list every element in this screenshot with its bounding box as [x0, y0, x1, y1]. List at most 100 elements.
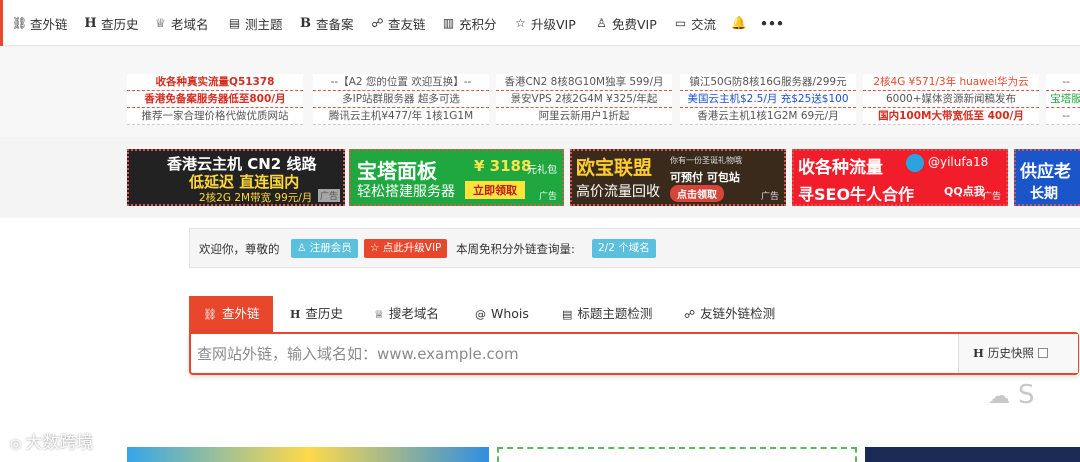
- quota-badge: 2/2 个域名: [592, 239, 656, 258]
- banner-ad-baota[interactable]: 宝塔面板 ¥ 3188 元礼包 轻松搭建服务器 立即领取 广告: [349, 149, 564, 206]
- bottom-banner[interactable]: [865, 447, 1080, 462]
- accent-bar: [0, 0, 3, 46]
- text-ad-link[interactable]: 香港云主机1核1G2M 69元/月: [680, 108, 856, 125]
- text-ad-link[interactable]: 阿里云新用户1折起: [496, 108, 672, 125]
- watermark-left: ◎ 大数跨境: [10, 428, 93, 453]
- telegram-icon: [906, 154, 924, 172]
- more-icon[interactable]: •••: [760, 14, 784, 32]
- text-ad-link[interactable]: 香港CN2 8核8G10M独享 599/月: [496, 74, 672, 91]
- link-icon: ⛓: [203, 308, 217, 321]
- tab-label: Whois: [491, 306, 529, 321]
- nav-label: 查备案: [316, 16, 354, 32]
- banner-ad-hk-cloud[interactable]: 香港云主机 CN2 线路 低延迟 直连国内 2核2G 2M带宽 99元/月 广告: [127, 149, 345, 206]
- user-icon: ♙: [297, 242, 310, 254]
- tab-friend-link-check[interactable]: ☍ 友链外链检测: [684, 296, 775, 332]
- tab-label: 友链外链检测: [700, 306, 776, 321]
- text-ad-link[interactable]: 景安VPS 2核2G4M ¥325/年起: [496, 91, 672, 108]
- text-ad-link[interactable]: 6000+媒体资源新闻稿发布: [863, 91, 1039, 108]
- nav-item-free-vip[interactable]: ♙ 免费VIP: [594, 14, 657, 32]
- text-ad-link[interactable]: 腾讯云主机¥477/年 1核1G1M: [313, 108, 489, 125]
- nav-item-friend-links[interactable]: ☍ 查友链: [370, 14, 426, 32]
- tab-history[interactable]: H 查历史: [290, 296, 343, 332]
- tab-whois[interactable]: @ Whois: [475, 296, 529, 332]
- text-ad-link[interactable]: 2核4G ¥571/3年 huawei华为云: [863, 74, 1039, 91]
- text-ad-link[interactable]: 宝塔服: [1046, 91, 1080, 108]
- register-button[interactable]: ♙ 注册会员: [291, 239, 358, 258]
- upgrade-label: 点此升级VIP: [382, 242, 442, 254]
- search-tabs: ⛓ 查外链 H 查历史 ♕ 搜老域名 @ Whois ▤ 标题主题检测 ☍ 友链外链检测: [189, 296, 1079, 332]
- tab-label: 查外链: [221, 306, 260, 321]
- watermark-text: 大数跨境: [25, 433, 94, 453]
- b-icon: B: [300, 15, 311, 31]
- banner-line3: 2核2G 2M带宽 99元/月: [199, 192, 313, 204]
- nav-label: 交流: [691, 16, 717, 32]
- ad-tag: 广告: [760, 192, 779, 202]
- register-label: 注册会员: [309, 242, 352, 254]
- banner-line3: QQ点我: [944, 185, 985, 198]
- banner-line1: 收各种流量: [798, 158, 883, 178]
- text-ad-link[interactable]: --: [1046, 74, 1080, 91]
- ad-tag: 广告: [317, 189, 340, 202]
- friends-icon: ☍: [684, 308, 696, 321]
- banner-handle: @yilufa18: [928, 155, 989, 169]
- h-icon: H: [973, 346, 984, 360]
- text-ad-link[interactable]: 美国云主机$2.5/月 充$25送$100: [680, 91, 856, 108]
- tab-title-check[interactable]: ▤ 标题主题检测: [562, 296, 652, 332]
- ad-tag: 广告: [982, 192, 1001, 202]
- banner-ad-oubao[interactable]: 欧宝联盟 你有一份圣诞礼物哦 高价流量回收 可预付 可包站 点击领取 广告: [570, 149, 786, 206]
- friends-icon: ☍: [371, 16, 384, 30]
- banner-cta[interactable]: 立即领取: [465, 181, 525, 199]
- banner-line2: 长期: [1030, 186, 1058, 202]
- bottom-banner[interactable]: [127, 447, 489, 462]
- nav-item-old-domain[interactable]: ♕ 老域名: [153, 14, 208, 32]
- text-ad-link[interactable]: 国内100M大带宽低至 400/月: [863, 108, 1039, 125]
- tab-label: 查历史: [305, 306, 343, 321]
- chart-icon: ▥: [442, 16, 455, 30]
- history-snapshot-toggle[interactable]: H 历史快照: [958, 334, 1078, 373]
- nav-label: 查历史: [101, 16, 139, 32]
- nav-item-icp[interactable]: B 查备案: [298, 14, 354, 32]
- search-input[interactable]: [197, 340, 947, 368]
- text-ad-link[interactable]: 收各种真实流量Q51378: [127, 74, 303, 91]
- upgrade-vip-button[interactable]: ☆ 点此升级VIP: [364, 239, 448, 258]
- tab-label: 标题主题检测: [577, 306, 653, 321]
- nav-label: 查友链: [388, 16, 426, 32]
- user-icon: ♙: [596, 16, 607, 30]
- banner-ad-traffic[interactable]: 收各种流量 @yilufa18 寻SEO牛人合作 QQ点我 广告: [792, 149, 1008, 206]
- text-ad-link[interactable]: --【A2 您的位置 欢迎互换】--: [313, 74, 489, 91]
- welcome-bar: 欢迎你，尊敬的 ♙ 注册会员 ☆ 点此升级VIP 本周免积分外链查询量: 2/2…: [189, 228, 1080, 268]
- nav-item-topic[interactable]: ▤ 测主题: [227, 14, 283, 32]
- text-ad-link[interactable]: 多IP站群服务器 超多可选: [313, 91, 489, 108]
- text-ad-link[interactable]: --: [1046, 108, 1080, 125]
- tab-backlinks[interactable]: ⛓ 查外链: [189, 296, 274, 332]
- tab-old-domain[interactable]: ♕ 搜老域名: [374, 296, 439, 332]
- banner-line3: 可预付 可包站: [670, 171, 740, 184]
- nav-item-history[interactable]: H 查历史: [83, 14, 139, 32]
- banner-cta[interactable]: 点击领取: [670, 185, 724, 202]
- banner-ad-supply[interactable]: 供应老 长期: [1014, 149, 1080, 206]
- bell-icon[interactable]: 🔔: [731, 14, 747, 32]
- banner-line1: 欧宝联盟: [576, 157, 653, 179]
- banner-small: 你有一份圣诞礼物哦: [670, 156, 742, 165]
- banner-line1: 供应老: [1020, 162, 1071, 182]
- nav-item-recharge[interactable]: ▥ 充积分: [441, 14, 497, 32]
- banner-line2: 寻SEO牛人合作: [798, 185, 915, 204]
- nav-label: 免费VIP: [612, 16, 657, 32]
- text-ad-link[interactable]: 香港免备案服务器低至800/月: [127, 91, 303, 108]
- banner-line1: 宝塔面板: [357, 159, 437, 183]
- history-checkbox[interactable]: [1037, 348, 1048, 358]
- text-ad-link[interactable]: 推荐一家合理价格代做优质网站: [127, 108, 303, 125]
- nav-item-backlinks[interactable]: ⛓ 查外链: [12, 14, 68, 32]
- nav-item-upgrade-vip[interactable]: ☆ 升级VIP: [513, 14, 576, 32]
- tab-label: 搜老域名: [388, 306, 439, 321]
- nav-item-chat[interactable]: ▭ 交流: [673, 14, 716, 32]
- ad-tag: 广告: [538, 192, 557, 202]
- text-ad-link[interactable]: 镇江50G防8核16G服务器/299元: [680, 74, 856, 91]
- chat-icon: ▭: [674, 16, 687, 30]
- banner-price-sub: 元礼包: [527, 165, 557, 176]
- banner-line2: 高价流量回收: [576, 184, 660, 200]
- bottom-banner[interactable]: [497, 447, 857, 462]
- document-icon: ▤: [228, 16, 241, 30]
- quota-label: 本周免积分外链查询量:: [456, 242, 575, 256]
- link-icon: ⛓: [12, 16, 28, 30]
